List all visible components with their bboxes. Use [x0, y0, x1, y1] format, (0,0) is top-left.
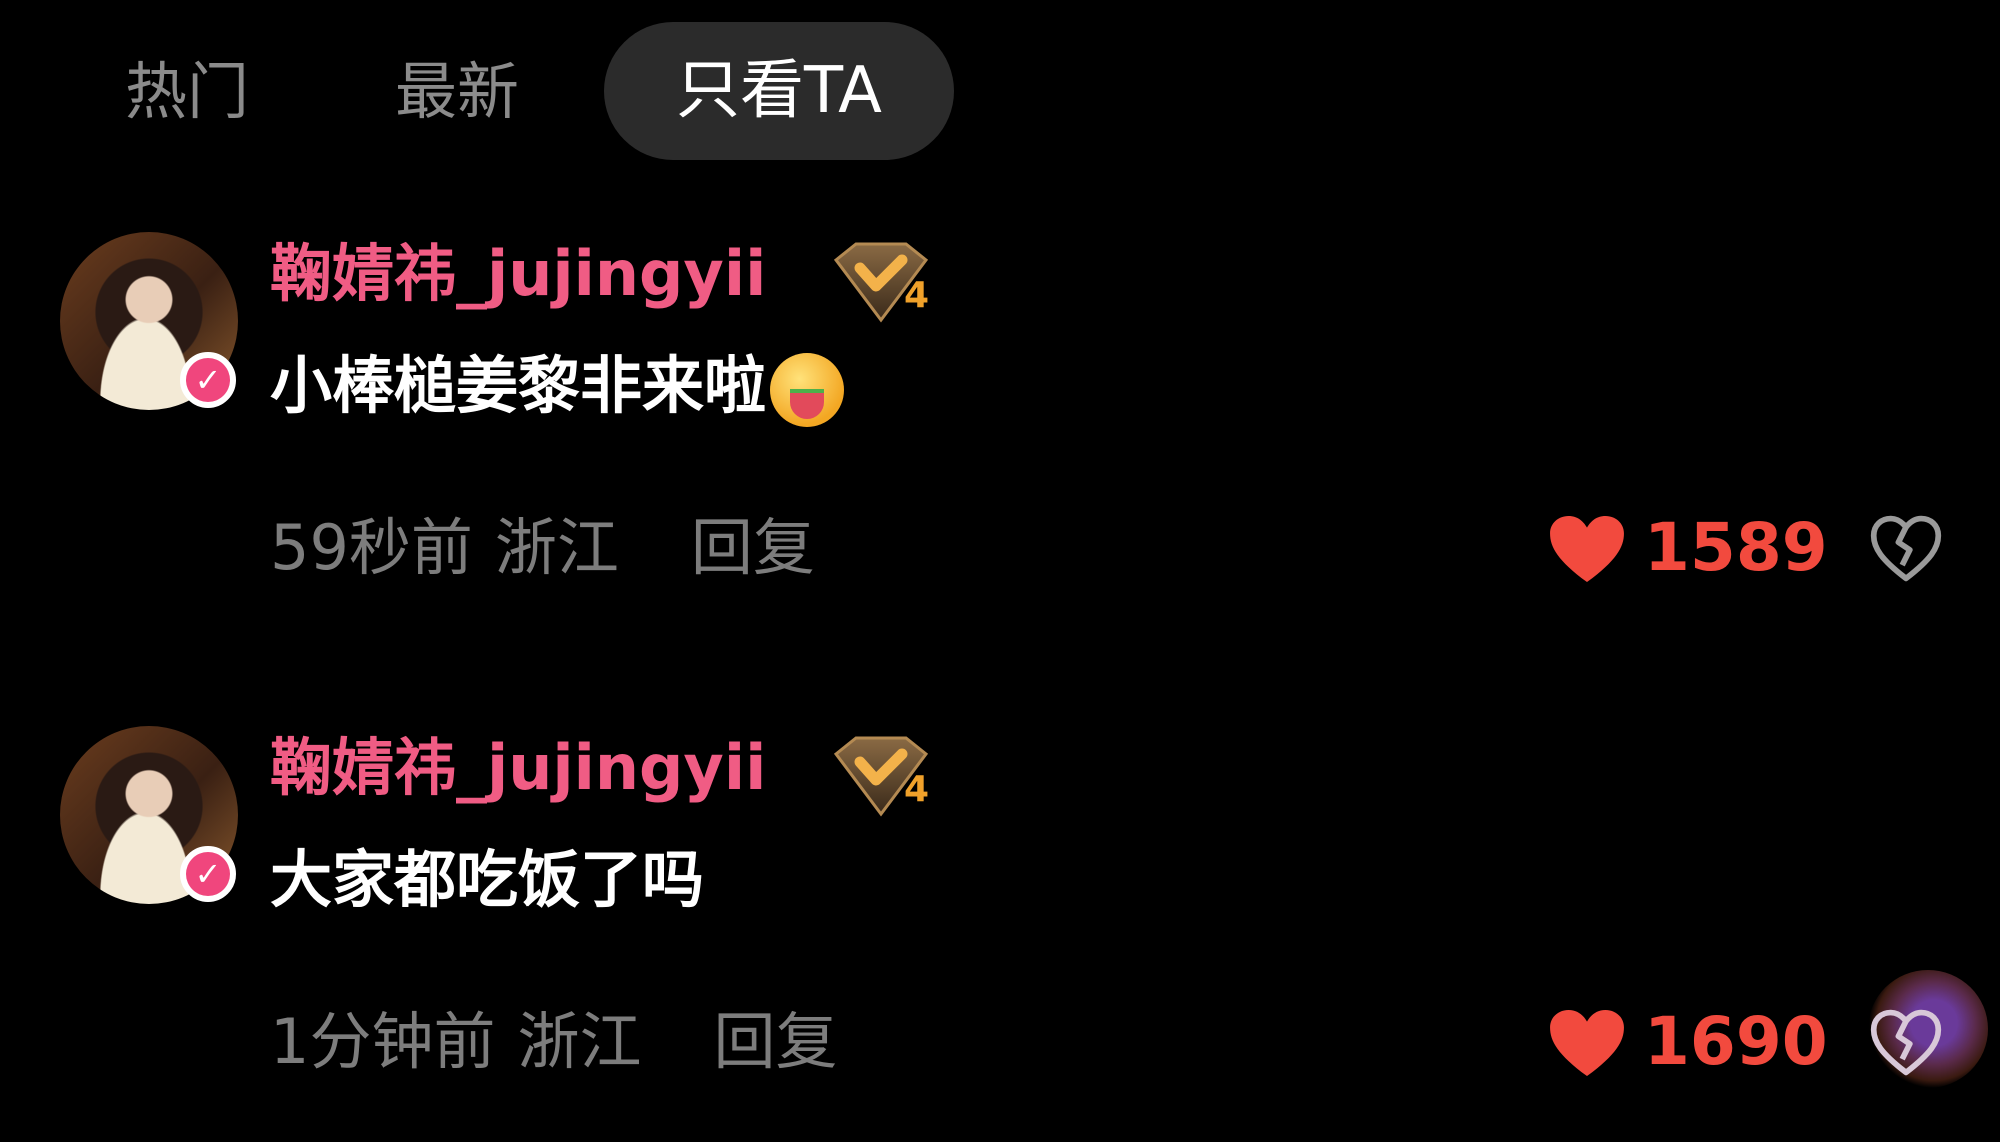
heart-icon — [1550, 1009, 1624, 1077]
comment-tabs: 热门 最新 只看TA — [0, 0, 2000, 170]
like-count: 1690 — [1644, 1003, 1828, 1080]
comment-username[interactable]: 鞠婧祎_jujingyii — [270, 728, 766, 808]
verified-badge-icon: ✓ — [180, 352, 236, 408]
tab-only-ta-label: 只看TA — [676, 54, 882, 128]
comment-text: 小棒槌姜黎非来啦 — [270, 346, 845, 427]
tab-latest[interactable]: 最新 — [395, 52, 519, 132]
fan-level-number: 4 — [904, 275, 930, 316]
comment-time: 59秒前 — [270, 511, 473, 584]
comment-text: 大家都吃饭了吗 — [270, 840, 704, 920]
heart-icon — [1550, 515, 1624, 583]
verified-badge-icon: ✓ — [180, 846, 236, 902]
comment-time: 1分钟前 — [270, 1005, 496, 1078]
fan-level-number: 4 — [904, 769, 930, 810]
reply-button[interactable]: 回复 — [713, 1005, 837, 1078]
broken-heart-dislike-icon[interactable] — [1868, 1004, 1944, 1080]
comment-text-content: 小棒槌姜黎非来啦 — [270, 349, 767, 422]
reply-button[interactable]: 回复 — [691, 511, 815, 584]
watermelon-face-emoji-icon — [770, 352, 845, 427]
comment-meta: 1分钟前 浙江 回复 — [270, 1002, 859, 1082]
comment-meta: 59秒前 浙江 回复 — [270, 508, 837, 588]
comment-text-content: 大家都吃饭了吗 — [270, 843, 705, 916]
comment-location: 浙江 — [494, 511, 619, 584]
tab-only-ta[interactable]: 只看TA — [604, 22, 954, 160]
broken-heart-dislike-icon[interactable] — [1868, 510, 1944, 586]
tab-hot[interactable]: 热门 — [125, 52, 249, 132]
comment-item[interactable]: ✓ 鞠婧祎_jujingyii 4 大家都吃饭了吗 1分钟前 浙江 回复 1690 — [0, 722, 2000, 1142]
comment-location: 浙江 — [517, 1005, 642, 1078]
like-count: 1589 — [1644, 509, 1828, 586]
comment-item[interactable]: ✓ 鞠婧祎_jujingyii 4 小棒槌姜黎非来啦 59秒前 浙江 回复 1589 — [0, 228, 2000, 648]
comment-username[interactable]: 鞠婧祎_jujingyii — [270, 234, 766, 314]
